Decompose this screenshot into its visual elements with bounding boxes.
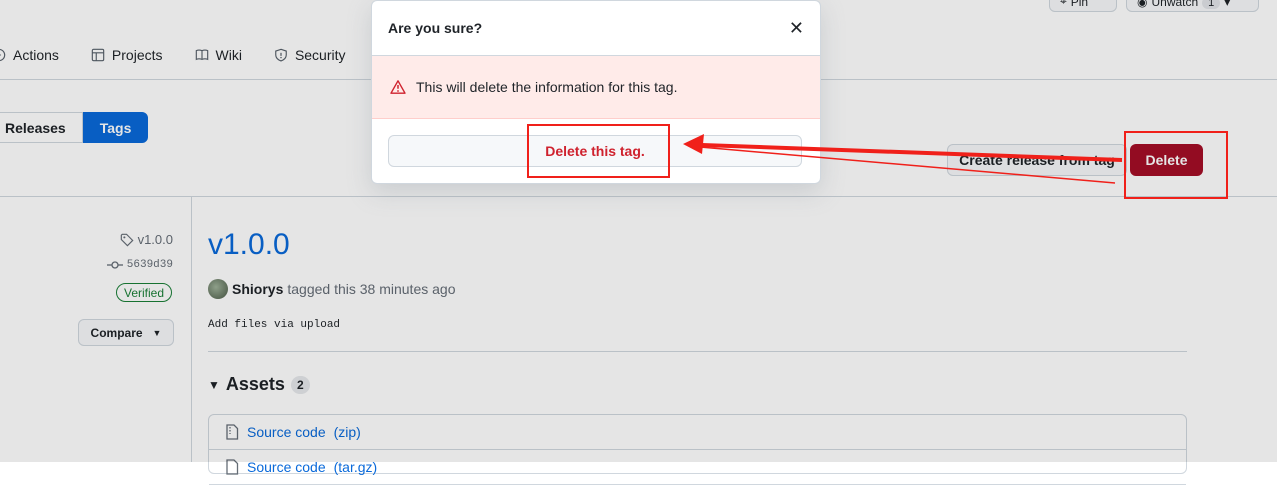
annotation-arrow — [683, 134, 1123, 184]
